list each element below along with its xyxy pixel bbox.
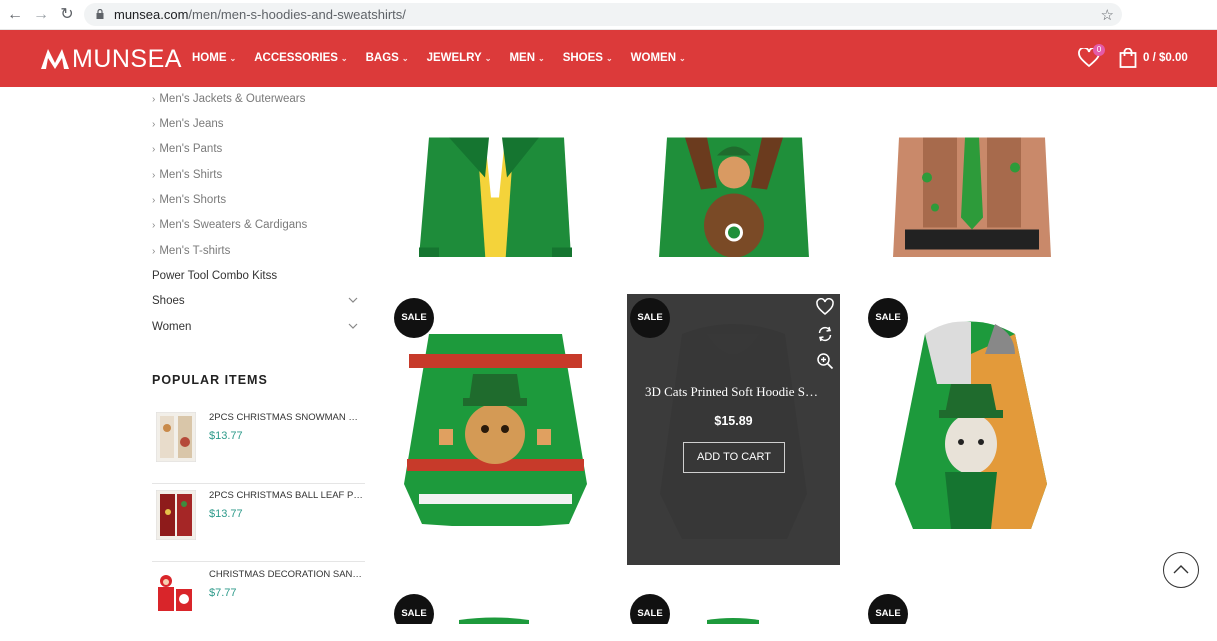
sidebar-item-jackets[interactable]: › Men's Jackets & Outerwears bbox=[152, 93, 305, 105]
site-logo[interactable]: MUNSEA bbox=[40, 44, 182, 74]
product-card: SALE bbox=[389, 294, 602, 565]
back-to-top-button[interactable] bbox=[1163, 552, 1199, 588]
sidebar-item-jeans[interactable]: › Men's Jeans bbox=[152, 118, 224, 130]
menu-item-accessories[interactable]: ACCESSORIES ⌄ bbox=[254, 52, 347, 64]
sidebar-item-shorts[interactable]: › Men's Shorts bbox=[152, 194, 226, 206]
wishlist-count-badge: 0 bbox=[1093, 44, 1105, 56]
cart-total[interactable]: 0 / $0.00 bbox=[1143, 52, 1188, 64]
product-price: $15.89 bbox=[714, 414, 753, 428]
popular-item-price: $13.77 bbox=[209, 430, 243, 442]
sidebar-item-tshirts[interactable]: › Men's T-shirts bbox=[152, 245, 230, 257]
chevron-right-icon: › bbox=[152, 220, 156, 231]
sidebar-category-power-tools[interactable]: Power Tool Combo Kitss bbox=[152, 270, 362, 282]
product-image-shamrock-vest-hoodie[interactable] bbox=[865, 87, 1078, 257]
zoom-in-icon[interactable] bbox=[816, 352, 834, 370]
popular-item: 2PCS CHRISTMAS BALL LEAF PRINT $13.77 bbox=[152, 490, 365, 562]
chevron-down-icon: ⌄ bbox=[484, 53, 492, 63]
menu-item-home[interactable]: HOME ⌄ bbox=[192, 52, 236, 64]
popular-item: 2PCS CHRISTMAS SNOWMAN GIFT $13.77 bbox=[152, 412, 365, 484]
product-card: SALE bbox=[865, 590, 1078, 624]
menu-item-jewelry[interactable]: JEWELRY ⌄ bbox=[427, 52, 492, 64]
chevron-right-icon: › bbox=[152, 170, 156, 181]
logo-text: MUNSEA bbox=[72, 44, 182, 73]
product-card bbox=[389, 87, 602, 257]
back-icon[interactable]: ← bbox=[6, 6, 24, 24]
product-thumbnail[interactable] bbox=[156, 490, 196, 540]
reload-icon[interactable]: ↻ bbox=[58, 6, 76, 24]
popular-item-price: $13.77 bbox=[209, 508, 243, 520]
chevron-right-icon: › bbox=[152, 119, 156, 130]
chevron-right-icon: › bbox=[152, 94, 156, 105]
lock-icon bbox=[96, 9, 104, 19]
address-bar[interactable]: munsea.com/men/men-s-hoodies-and-sweatsh… bbox=[84, 3, 1122, 26]
product-title[interactable]: 3D Cats Printed Soft Hoodie Sweatshirt bbox=[627, 384, 840, 400]
sidebar-category-women[interactable]: Women bbox=[152, 321, 362, 333]
heart-icon[interactable] bbox=[816, 298, 834, 316]
popular-items-heading: POPULAR ITEMS bbox=[152, 373, 268, 387]
chevron-down-icon: ⌄ bbox=[538, 53, 545, 63]
popular-item-price: $7.77 bbox=[209, 587, 237, 599]
menu-item-shoes[interactable]: SHOES ⌄ bbox=[563, 52, 613, 64]
main-menu: HOME ⌄ ACCESSORIES ⌄ BAGS ⌄ JEWELRY ⌄ MEN ⌄ S… bbox=[192, 52, 704, 64]
popular-item-name[interactable]: CHRISTMAS DECORATION SANTA CLAUS bbox=[209, 569, 365, 580]
shopping-bag-icon[interactable] bbox=[1119, 48, 1137, 68]
sale-badge: SALE bbox=[868, 298, 908, 338]
sidebar-item-sweaters[interactable]: › Men's Sweaters & Cardigans bbox=[152, 219, 307, 231]
popular-item-name[interactable]: 2PCS CHRISTMAS BALL LEAF PRINT bbox=[209, 490, 365, 501]
product-card: SALE bbox=[865, 294, 1078, 565]
product-card bbox=[865, 87, 1078, 257]
chevron-right-icon: › bbox=[152, 144, 156, 155]
bookmark-star-icon[interactable]: ☆ bbox=[1101, 6, 1114, 24]
product-thumbnail[interactable] bbox=[156, 569, 196, 619]
chevron-down-icon: ⌄ bbox=[340, 53, 348, 63]
sale-badge: SALE bbox=[394, 298, 434, 338]
browser-toolbar: ← → ↻ munsea.com/men/men-s-hoodies-and-s… bbox=[0, 0, 1217, 30]
product-card-hovered: 3D Cats Printed Soft Hoodie Sweatshirt $… bbox=[627, 294, 840, 565]
chevron-down-icon[interactable] bbox=[348, 297, 358, 303]
menu-item-men[interactable]: MEN ⌄ bbox=[509, 52, 544, 64]
chevron-down-icon: ⌄ bbox=[229, 53, 237, 63]
sidebar-category-shoes[interactable]: Shoes bbox=[152, 295, 362, 307]
menu-item-bags[interactable]: BAGS ⌄ bbox=[366, 52, 409, 64]
product-image-leprechaun-barrel-hoodie[interactable] bbox=[627, 87, 840, 257]
product-image-leprechaun-suit-hoodie[interactable] bbox=[389, 87, 602, 257]
site-header: MUNSEA HOME ⌄ ACCESSORIES ⌄ BAGS ⌄ JEWELRY ⌄… bbox=[0, 30, 1217, 87]
sidebar-item-pants[interactable]: › Men's Pants bbox=[152, 143, 222, 155]
sale-badge: SALE bbox=[630, 298, 670, 338]
logo-mark-icon bbox=[41, 49, 69, 69]
product-card: SALE bbox=[627, 590, 840, 624]
chevron-down-icon: ⌄ bbox=[605, 53, 613, 63]
address-url: munsea.com/men/men-s-hoodies-and-sweatsh… bbox=[114, 7, 406, 22]
chevron-down-icon: ⌄ bbox=[401, 53, 409, 63]
sidebar-item-shirts[interactable]: › Men's Shirts bbox=[152, 169, 222, 181]
add-to-cart-button[interactable]: ADD TO CART bbox=[683, 442, 785, 473]
chevron-down-icon: ⌄ bbox=[679, 53, 686, 63]
chevron-right-icon: › bbox=[152, 246, 156, 257]
chevron-up-icon bbox=[1173, 565, 1189, 574]
chevron-right-icon: › bbox=[152, 195, 156, 206]
forward-icon[interactable]: → bbox=[32, 6, 50, 24]
menu-item-women[interactable]: WOMEN ⌄ bbox=[631, 52, 686, 64]
compare-refresh-icon[interactable] bbox=[816, 325, 834, 343]
product-card: SALE bbox=[389, 590, 602, 624]
product-card bbox=[627, 87, 840, 257]
popular-item: CHRISTMAS DECORATION SANTA CLAUS $7.77 bbox=[152, 569, 365, 641]
product-thumbnail[interactable] bbox=[156, 412, 196, 462]
chevron-down-icon[interactable] bbox=[348, 323, 358, 329]
popular-item-name[interactable]: 2PCS CHRISTMAS SNOWMAN GIFT bbox=[209, 412, 365, 423]
